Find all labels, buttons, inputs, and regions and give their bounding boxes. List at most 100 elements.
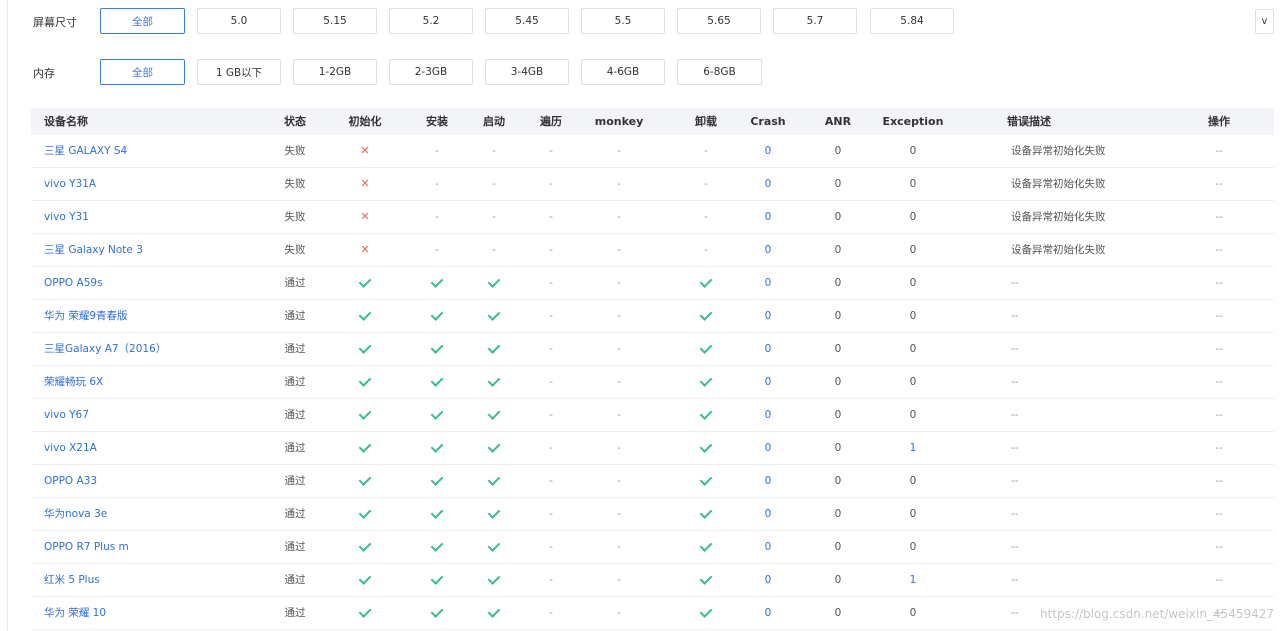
crash-count[interactable]: 0 bbox=[765, 498, 772, 530]
crash-count[interactable]: 0 bbox=[765, 531, 772, 563]
memory-option-3[interactable]: 2-3GB bbox=[389, 59, 473, 85]
device-name-link[interactable]: vivo X21A bbox=[44, 432, 97, 464]
screen-size-option-6[interactable]: 5.65 bbox=[677, 8, 761, 34]
header-launch: 启动 bbox=[483, 115, 505, 128]
header-uninstall: 卸载 bbox=[695, 115, 717, 128]
error-cell: -- bbox=[1011, 442, 1019, 454]
device-name-link[interactable]: 三星 GALAXY S4 bbox=[44, 135, 127, 167]
device-name-link[interactable]: 荣耀畅玩 6X bbox=[44, 366, 103, 398]
screen-size-option-7[interactable]: 5.7 bbox=[773, 8, 857, 34]
exception-count[interactable]: 1 bbox=[910, 564, 917, 596]
memory-option-4[interactable]: 3-4GB bbox=[485, 59, 569, 85]
memory-option-2[interactable]: 1-2GB bbox=[293, 59, 377, 85]
header-traverse: 遍历 bbox=[540, 115, 562, 128]
screen-size-option-5[interactable]: 5.5 bbox=[581, 8, 665, 34]
crash-count[interactable]: 0 bbox=[765, 399, 772, 431]
install-check-icon bbox=[430, 564, 444, 596]
init-fail-icon: ✕ bbox=[360, 177, 370, 190]
crash-count[interactable]: 0 bbox=[765, 201, 772, 233]
crash-count[interactable]: 0 bbox=[765, 366, 772, 398]
install-check-icon bbox=[430, 597, 444, 629]
status-cell: 通过 bbox=[284, 607, 306, 619]
memory-option-0[interactable]: 全部 bbox=[100, 59, 185, 85]
device-name-link[interactable]: 三星 Galaxy Note 3 bbox=[44, 234, 143, 266]
anr-count: 0 bbox=[834, 178, 842, 190]
device-name-link[interactable]: OPPO A33 bbox=[44, 465, 97, 497]
header-monkey: monkey bbox=[594, 115, 644, 128]
crash-count[interactable]: 0 bbox=[765, 465, 772, 497]
install-cell: - bbox=[435, 211, 439, 223]
memory-option-5[interactable]: 4-6GB bbox=[581, 59, 665, 85]
table-row: vivo X21A 通过 - -0 0 1 -- -- bbox=[31, 432, 1274, 465]
launch-check-icon bbox=[487, 333, 501, 365]
uninstall-check-icon bbox=[699, 564, 713, 596]
install-check-icon bbox=[430, 432, 444, 464]
device-name-link[interactable]: 红米 5 Plus bbox=[44, 564, 100, 596]
header-status: 状态 bbox=[284, 115, 306, 128]
table-row: vivo Y31 失败 ✕ - - - - -0 0 0 设备异常初始化失败 -- bbox=[31, 201, 1274, 234]
crash-count[interactable]: 0 bbox=[765, 597, 772, 629]
uninstall-check-icon bbox=[699, 465, 713, 497]
uninstall-check-icon bbox=[699, 300, 713, 332]
device-name-link[interactable]: vivo Y31 bbox=[44, 201, 89, 233]
screen-size-option-0[interactable]: 全部 bbox=[100, 8, 185, 34]
exception-count: 0 bbox=[909, 607, 917, 619]
screen-size-option-1[interactable]: 5.0 bbox=[197, 8, 281, 34]
exception-count: 0 bbox=[909, 145, 917, 157]
status-cell: 失败 bbox=[284, 244, 306, 256]
monkey-cell: - bbox=[617, 145, 621, 157]
init-check-icon bbox=[358, 465, 372, 497]
crash-count[interactable]: 0 bbox=[765, 168, 772, 200]
uninstall-cell: - bbox=[704, 244, 708, 256]
table-row: 荣耀畅玩 6X 通过 - -0 0 0 -- -- bbox=[31, 366, 1274, 399]
crash-count[interactable]: 0 bbox=[765, 135, 772, 167]
action-cell: -- bbox=[1215, 376, 1223, 388]
exception-count[interactable]: 1 bbox=[910, 432, 917, 464]
launch-check-icon bbox=[487, 498, 501, 530]
traverse-cell: - bbox=[549, 343, 553, 355]
monkey-cell: - bbox=[617, 574, 621, 586]
anr-count: 0 bbox=[834, 343, 842, 355]
launch-check-icon bbox=[487, 564, 501, 596]
screen-size-option-4[interactable]: 5.45 bbox=[485, 8, 569, 34]
init-check-icon bbox=[358, 498, 372, 530]
action-cell: -- bbox=[1215, 541, 1223, 553]
device-name-link[interactable]: 华为 荣耀 10 bbox=[44, 597, 106, 629]
device-name-link[interactable]: OPPO A59s bbox=[44, 267, 103, 299]
device-name-link[interactable]: vivo Y67 bbox=[44, 399, 89, 431]
crash-count[interactable]: 0 bbox=[765, 333, 772, 365]
crash-count[interactable]: 0 bbox=[765, 300, 772, 332]
screen-size-option-3[interactable]: 5.2 bbox=[389, 8, 473, 34]
init-fail-icon: ✕ bbox=[360, 144, 370, 157]
crash-count[interactable]: 0 bbox=[765, 234, 772, 266]
exception-count: 0 bbox=[909, 409, 917, 421]
expand-filters-button[interactable]: v bbox=[1255, 9, 1274, 34]
init-check-icon bbox=[358, 333, 372, 365]
table-row: OPPO A59s 通过 - -0 0 0 -- -- bbox=[31, 267, 1274, 300]
status-cell: 通过 bbox=[284, 376, 306, 388]
init-check-icon bbox=[358, 531, 372, 563]
device-name-link[interactable]: vivo Y31A bbox=[44, 168, 96, 200]
screen-size-option-2[interactable]: 5.15 bbox=[293, 8, 377, 34]
memory-filter: 内存 全部 1 GB以下 1-2GB 2-3GB 3-4GB 4-6GB 6-8GB bbox=[0, 59, 1280, 85]
device-name-link[interactable]: 华为 荣耀9青春版 bbox=[44, 300, 128, 332]
crash-count[interactable]: 0 bbox=[765, 267, 772, 299]
table-body: 三星 GALAXY S4 失败 ✕ - - - - -0 0 0 设备异常初始化失败 -- vivo Y… bbox=[31, 135, 1274, 630]
error-cell: -- bbox=[1011, 607, 1019, 619]
device-name-link[interactable]: 三星Galaxy A7（2016） bbox=[44, 333, 166, 365]
monkey-cell: - bbox=[617, 541, 621, 553]
error-cell: 设备异常初始化失败 bbox=[1011, 244, 1106, 256]
table-row: OPPO R7 Plus m 通过 - -0 0 0 -- -- bbox=[31, 531, 1274, 564]
device-name-link[interactable]: OPPO R7 Plus m bbox=[44, 531, 129, 563]
memory-option-1[interactable]: 1 GB以下 bbox=[197, 59, 281, 85]
device-name-link[interactable]: 华为nova 3e bbox=[44, 498, 107, 530]
launch-check-icon bbox=[487, 432, 501, 464]
launch-cell: - bbox=[492, 244, 496, 256]
anr-count: 0 bbox=[834, 475, 842, 487]
crash-count[interactable]: 0 bbox=[765, 432, 772, 464]
screen-size-option-8[interactable]: 5.84 bbox=[870, 8, 954, 34]
install-check-icon bbox=[430, 300, 444, 332]
monkey-cell: - bbox=[617, 211, 621, 223]
memory-option-6[interactable]: 6-8GB bbox=[677, 59, 762, 85]
crash-count[interactable]: 0 bbox=[765, 564, 772, 596]
